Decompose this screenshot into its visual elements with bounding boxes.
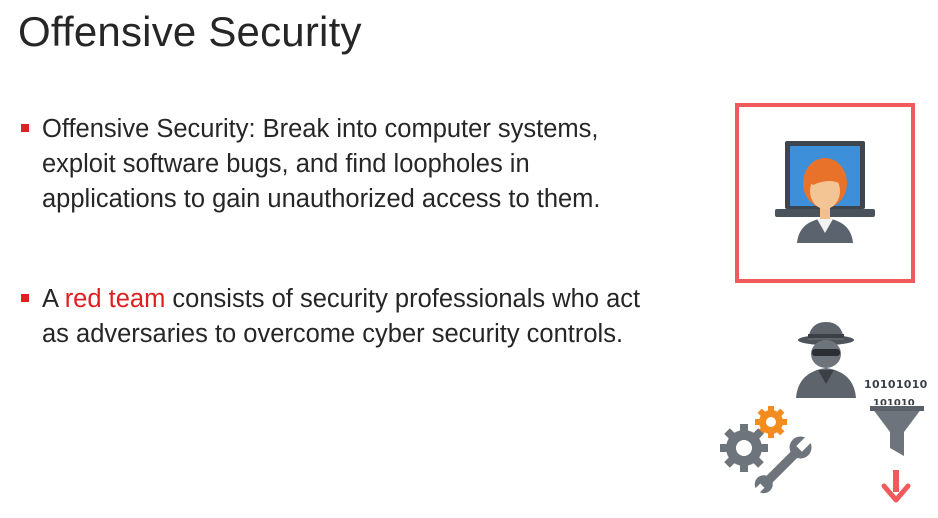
bullet-item-red-team: A red team consists of security professi… [18,282,668,352]
bullet-text: Offensive Security: Break into computer … [42,115,601,213]
bullet-marker [21,294,29,302]
binary-text-top: 10101010 [864,378,928,391]
red-team-highlight: red team [64,285,166,313]
bullet-marker [21,124,29,132]
bullet-item-offensive-security: Offensive Security: Break into computer … [18,112,668,217]
laptop-with-person-icon [735,103,915,283]
bullet-text-prefix: A [42,285,65,313]
slide-title: Offensive Security [18,8,362,55]
slide: Offensive Security Offensive Security: B… [0,0,938,518]
bullet-list: Offensive Security: Break into computer … [18,112,668,352]
down-arrow-icon [881,470,911,503]
hacker-spy-icon [796,322,856,398]
data-funnel-icon [870,406,924,456]
gears-wrench-icon [720,406,814,495]
bullet-text: A red team consists of security professi… [42,282,668,352]
